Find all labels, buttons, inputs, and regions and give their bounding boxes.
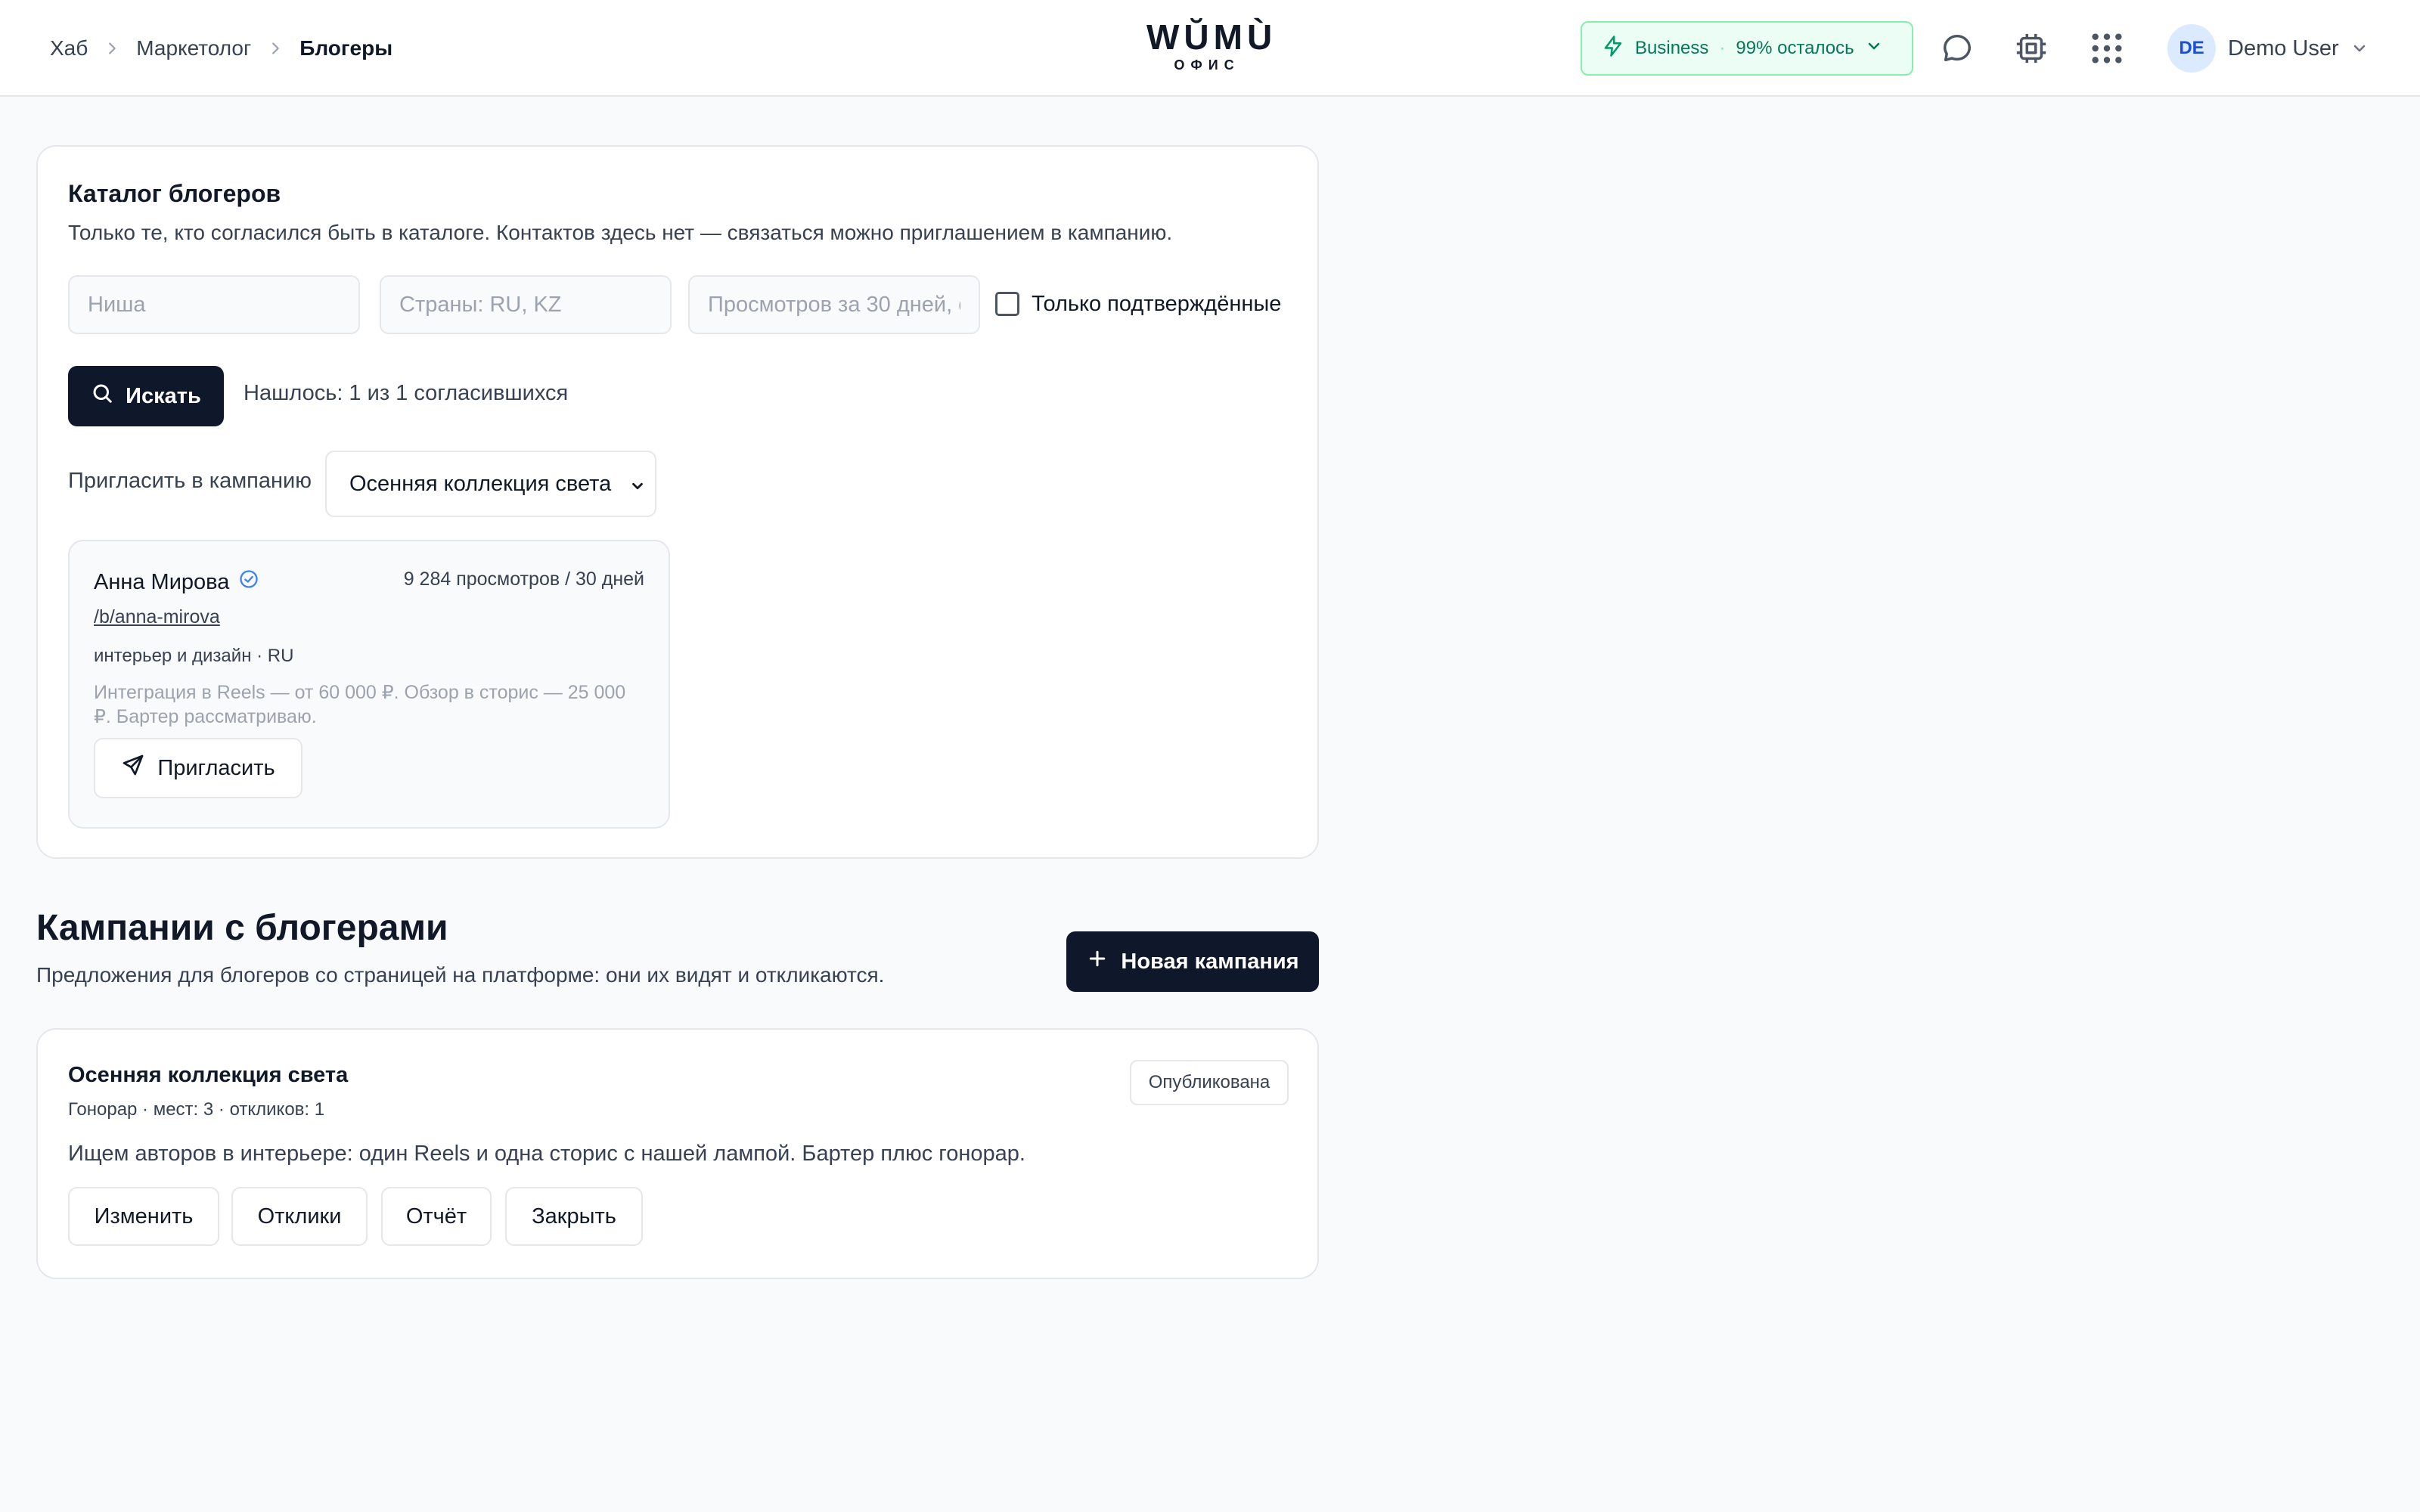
close-button[interactable]: Закрыть [505,1187,643,1246]
blogger-name-row: Анна Мирова [94,569,259,596]
campaigns-title: Кампании с блогерами [36,908,448,948]
breadcrumb-hub[interactable]: Хаб [50,36,88,60]
status-badge: Опубликована [1130,1060,1289,1105]
plan-badge[interactable]: Business · 99% осталось [1581,21,1913,76]
chevron-down-icon[interactable] [2350,39,2369,57]
verified-label: Только подтверждённые [1032,291,1282,316]
invite-button[interactable]: Пригласить [94,738,302,798]
campaign-select-value: Осенняя коллекция света [349,471,612,496]
breadcrumb: Хаб Маркетолог Блогеры [50,0,392,97]
campaign-title: Осенняя коллекция света [68,1063,349,1087]
chat-icon[interactable] [1934,26,1980,71]
blogger-card: Анна Мирова 9 284 просмотров / 30 дней /… [68,540,670,829]
lightning-icon [1602,35,1624,63]
search-button-label: Искать [126,383,201,408]
campaigns-description: Предложения для блогеров со страницей на… [36,963,885,987]
chip-icon[interactable] [2009,26,2054,71]
invite-button-label: Пригласить [157,755,275,780]
edit-button[interactable]: Изменить [68,1187,219,1246]
chevron-down-icon [1865,37,1883,60]
catalog-description: Только те, кто согласился быть в каталог… [68,221,1173,244]
search-icon [91,382,113,411]
blogger-profile-link[interactable]: /b/anna-mirova [94,606,220,628]
breadcrumb-marketer[interactable]: Маркетолог [136,36,251,60]
plus-icon [1086,947,1109,976]
app-logo[interactable]: WŬMÙ ОФИС [1146,17,1277,73]
logo-sub: ОФИС [1174,57,1240,73]
campaign-card: Осенняя коллекция света Гонорар · мест: … [36,1028,1319,1279]
blogger-niche: интерьер и дизайн · RU [94,646,294,666]
invite-campaign-label: Пригласить в кампанию [68,469,312,493]
breadcrumb-bloggers: Блогеры [299,36,393,60]
search-button[interactable]: Искать [68,366,224,426]
apps-grid-icon[interactable] [2084,26,2130,71]
catalog-card: Каталог блогеров Только те, кто согласил… [36,145,1319,859]
chevron-right-icon [251,40,299,57]
logo-main: WŬMÙ [1146,17,1277,57]
avatar[interactable]: DE [2167,24,2216,73]
found-count: Нашлось: 1 из 1 согласившихся [244,381,569,405]
countries-input[interactable] [380,275,672,334]
chevron-down-icon [632,482,643,490]
niche-input[interactable] [68,275,360,334]
blogger-views: 9 284 просмотров / 30 дней [403,569,644,590]
user-name[interactable]: Demo User [2228,0,2339,97]
campaign-meta: Гонорар · мест: 3 · откликов: 1 [68,1099,325,1120]
campaign-select[interactable]: Осенняя коллекция света [325,451,656,517]
campaign-description: Ищем авторов в интерьере: один Reels и о… [68,1142,1025,1166]
plan-remaining: 99% осталось [1736,38,1854,58]
verified-badge-icon [238,569,259,596]
views-input[interactable] [688,275,980,334]
blogger-name: Анна Мирова [94,569,230,594]
send-icon [121,753,145,783]
catalog-title: Каталог блогеров [68,180,281,207]
plan-separator: · [1719,38,1726,58]
top-header: Хаб Маркетолог Блогеры WŬMÙ ОФИС Busines… [0,0,2420,97]
blogger-offer: Интеграция в Reels — от 60 000 ₽. Обзор … [94,682,626,727]
chevron-right-icon [88,40,136,57]
new-campaign-label: Новая кампания [1121,949,1299,974]
verified-filter[interactable]: Только подтверждённые [995,287,1281,321]
responses-button[interactable]: Отклики [231,1187,368,1246]
verified-checkbox[interactable] [995,292,1019,316]
plan-name: Business [1635,38,1709,58]
new-campaign-button[interactable]: Новая кампания [1066,931,1319,992]
report-button[interactable]: Отчёт [381,1187,492,1246]
